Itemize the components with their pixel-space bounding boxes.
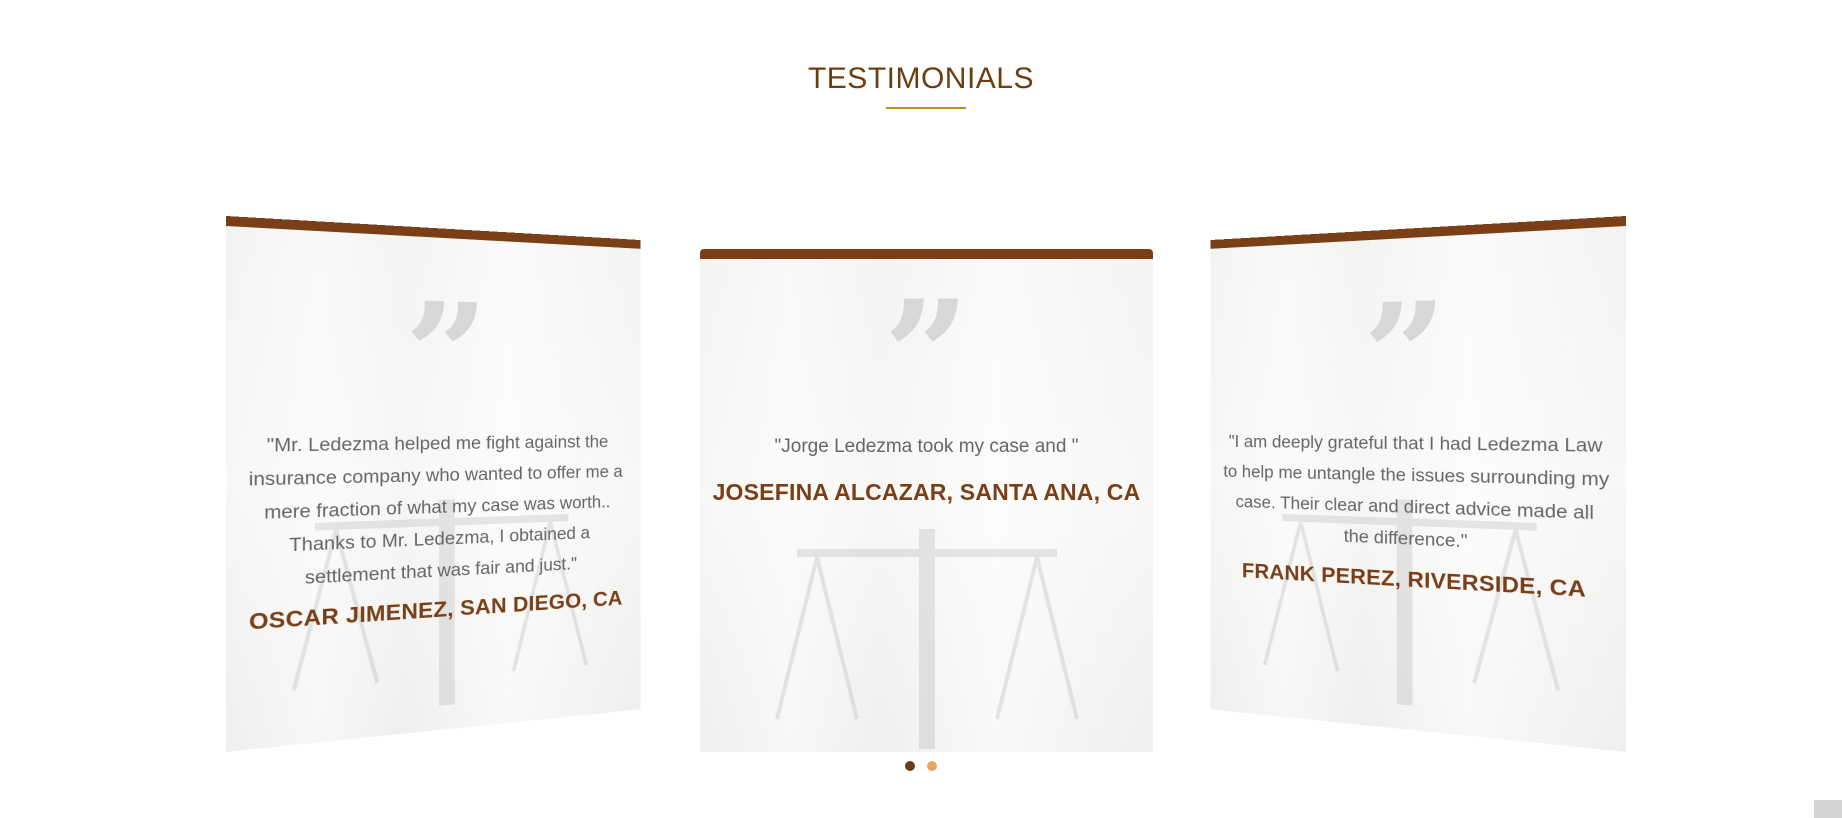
testimonial-author: JOSEFINA ALCAZAR, SANTA ANA, CA: [712, 479, 1141, 505]
scales-of-justice-image: [774, 529, 1079, 749]
testimonial-carousel: ” "Mr. Ledezma helped me fight against t…: [0, 0, 1842, 818]
testimonial-quote: "I am deeply grateful that I had Ledezma…: [1223, 432, 1610, 552]
carousel-pagination: [0, 758, 1842, 771]
carousel-dot-1[interactable]: [905, 761, 915, 771]
testimonial-card-right[interactable]: ” "I am deeply grateful that I had Ledez…: [1210, 216, 1626, 752]
quote-icon: ”: [404, 270, 489, 438]
card-accent-bar: [700, 249, 1153, 259]
testimonial-quote: "Jorge Ledezma took my case and ": [774, 436, 1079, 457]
testimonial-card-left[interactable]: ” "Mr. Ledezma helped me fight against t…: [226, 216, 641, 752]
testimonial-quote: "Mr. Ledezma helped me fight against the…: [248, 432, 623, 589]
carousel-dot-2[interactable]: [927, 761, 937, 771]
scroll-to-top-button[interactable]: [1814, 800, 1842, 818]
testimonial-card-center[interactable]: ” "Jorge Ledezma took my case and " JOSE…: [700, 249, 1153, 752]
quote-icon: ”: [883, 268, 970, 444]
quote-icon: ”: [1362, 270, 1448, 438]
